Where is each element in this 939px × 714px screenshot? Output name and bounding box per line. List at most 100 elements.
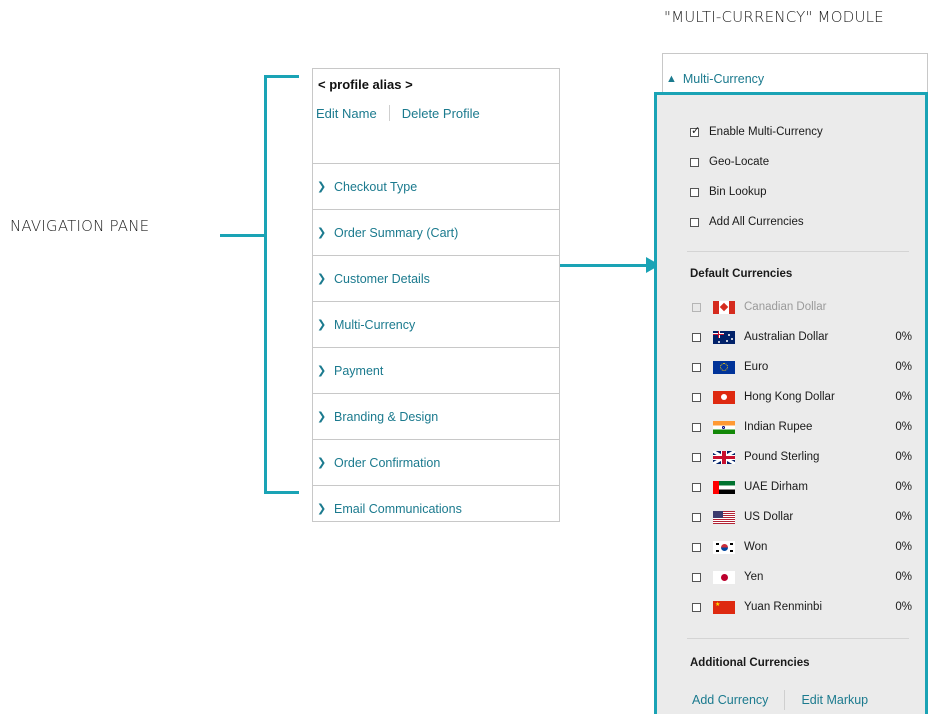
nav-item-label: Order Summary (Cart) bbox=[334, 225, 459, 240]
currency-percent: 0% bbox=[895, 391, 912, 403]
option-bin-lookup[interactable]: Bin Lookup bbox=[690, 186, 767, 198]
currency-name: US Dollar bbox=[744, 511, 794, 523]
currency-name: Yuan Renminbi bbox=[744, 601, 822, 613]
nav-item-checkout-type[interactable]: ❯ Checkout Type bbox=[313, 163, 559, 209]
currency-name: Indian Rupee bbox=[744, 421, 813, 433]
checkbox[interactable] bbox=[692, 602, 701, 612]
uk-flag-icon bbox=[713, 450, 735, 464]
option-enable-multi-currency[interactable]: Enable Multi-Currency bbox=[690, 124, 823, 138]
currency-percent: 0% bbox=[895, 601, 912, 613]
bracket-bottom bbox=[264, 491, 299, 494]
checkbox[interactable] bbox=[692, 422, 701, 432]
china-flag-icon: ★ bbox=[713, 600, 735, 614]
currency-row-yuan-renminbi[interactable]: ★ Yuan Renminbi 0% bbox=[692, 598, 912, 616]
link-divider bbox=[388, 105, 390, 121]
currency-percent: 0% bbox=[895, 571, 912, 583]
option-geo-locate[interactable]: Geo-Locate bbox=[690, 156, 769, 168]
us-flag-icon bbox=[713, 510, 735, 524]
section-divider bbox=[687, 251, 909, 252]
currency-row-yen[interactable]: Yen 0% bbox=[692, 568, 912, 586]
chevron-down-icon: ❯ bbox=[317, 457, 327, 469]
checkbox[interactable] bbox=[692, 512, 701, 522]
checkbox[interactable] bbox=[692, 482, 701, 492]
checkbox[interactable] bbox=[690, 217, 699, 227]
link-divider bbox=[784, 690, 786, 710]
nav-item-label: Multi-Currency bbox=[334, 317, 416, 332]
japan-flag-icon bbox=[713, 570, 735, 584]
nav-item-label: Email Communications bbox=[334, 501, 462, 516]
currency-name: Canadian Dollar bbox=[744, 301, 827, 313]
checkbox[interactable] bbox=[692, 392, 701, 402]
bottom-links: Add Currency Edit Markup bbox=[692, 690, 868, 710]
chevron-down-icon: ❯ bbox=[317, 503, 327, 515]
checkbox bbox=[692, 302, 701, 312]
currency-percent: 0% bbox=[895, 451, 912, 463]
additional-currencies-title: Additional Currencies bbox=[690, 657, 810, 669]
nav-item-label: Checkout Type bbox=[334, 179, 418, 194]
chevron-down-icon: ❯ bbox=[317, 227, 327, 239]
currency-percent: 0% bbox=[895, 331, 912, 343]
multi-currency-panel: Enable Multi-Currency Geo-Locate Bin Loo… bbox=[654, 92, 928, 714]
chevron-down-icon: ❯ bbox=[317, 181, 327, 193]
nav-item-branding-design[interactable]: ❯ Branding & Design bbox=[313, 393, 559, 439]
currency-name: Yen bbox=[744, 571, 764, 583]
currency-row-won[interactable]: Won 0% bbox=[692, 538, 912, 556]
nav-item-label: Branding & Design bbox=[334, 409, 439, 424]
currency-row-canadian-dollar: Canadian Dollar bbox=[692, 298, 912, 316]
option-add-all-currencies[interactable]: Add All Currencies bbox=[690, 216, 804, 228]
currency-name: Euro bbox=[744, 361, 769, 373]
bracket-vertical bbox=[264, 75, 267, 494]
nav-item-customer-details[interactable]: ❯ Customer Details bbox=[313, 255, 559, 301]
profile-links: Edit Name Delete Profile bbox=[316, 105, 480, 121]
checkbox[interactable] bbox=[690, 157, 699, 167]
add-currency-link[interactable]: Add Currency bbox=[692, 693, 768, 707]
chevron-down-icon: ❯ bbox=[317, 273, 327, 285]
option-label: Enable Multi-Currency bbox=[709, 126, 823, 138]
currency-row-euro[interactable]: Euro 0% bbox=[692, 358, 912, 376]
module-header[interactable]: ▲ Multi-Currency bbox=[666, 72, 764, 86]
india-flag-icon bbox=[713, 420, 735, 434]
currency-percent: 0% bbox=[895, 541, 912, 553]
currency-name: Pound Sterling bbox=[744, 451, 820, 463]
edit-name-link[interactable]: Edit Name bbox=[316, 106, 377, 121]
currency-row-us-dollar[interactable]: US Dollar 0% bbox=[692, 508, 912, 526]
canada-flag-icon bbox=[713, 300, 735, 314]
nav-item-email-communications[interactable]: ❯ Email Communications bbox=[313, 485, 559, 531]
checkbox[interactable] bbox=[692, 572, 701, 582]
currency-percent: 0% bbox=[895, 361, 912, 373]
option-label: Bin Lookup bbox=[709, 186, 767, 198]
nav-item-label: Customer Details bbox=[334, 271, 430, 286]
nav-item-payment[interactable]: ❯ Payment bbox=[313, 347, 559, 393]
currency-row-uae-dirham[interactable]: UAE Dirham 0% bbox=[692, 478, 912, 496]
nav-item-label: Payment bbox=[334, 363, 384, 378]
south-korea-flag-icon bbox=[713, 540, 735, 554]
nav-item-order-summary[interactable]: ❯ Order Summary (Cart) bbox=[313, 209, 559, 255]
module-header-label: Multi-Currency bbox=[682, 72, 765, 86]
currency-percent: 0% bbox=[895, 421, 912, 433]
chevron-up-icon: ▲ bbox=[666, 73, 677, 85]
nav-item-label: Order Confirmation bbox=[334, 455, 441, 470]
edit-markup-link[interactable]: Edit Markup bbox=[801, 693, 868, 707]
currency-row-pound-sterling[interactable]: Pound Sterling 0% bbox=[692, 448, 912, 466]
checkbox[interactable] bbox=[692, 542, 701, 552]
currency-row-australian-dollar[interactable]: Australian Dollar 0% bbox=[692, 328, 912, 346]
profile-alias: < profile alias > bbox=[318, 77, 413, 92]
option-label: Add All Currencies bbox=[709, 216, 804, 228]
delete-profile-link[interactable]: Delete Profile bbox=[402, 106, 480, 121]
default-currencies-title: Default Currencies bbox=[690, 268, 793, 280]
uae-flag-icon bbox=[713, 480, 735, 494]
currency-row-hong-kong-dollar[interactable]: Hong Kong Dollar 0% bbox=[692, 388, 912, 406]
checkbox[interactable] bbox=[690, 187, 699, 197]
navigation-pane-annotation-label: NAVIGATION PANE bbox=[10, 217, 150, 235]
chevron-down-icon: ❯ bbox=[317, 319, 327, 331]
bracket-top bbox=[264, 75, 299, 78]
nav-item-order-confirmation[interactable]: ❯ Order Confirmation bbox=[313, 439, 559, 485]
checkbox[interactable] bbox=[692, 362, 701, 372]
currency-row-indian-rupee[interactable]: Indian Rupee 0% bbox=[692, 418, 912, 436]
nav-item-multi-currency[interactable]: ❯ Multi-Currency bbox=[313, 301, 559, 347]
checkbox[interactable] bbox=[692, 332, 701, 342]
currency-name: UAE Dirham bbox=[744, 481, 808, 493]
checkbox[interactable] bbox=[692, 452, 701, 462]
checkbox[interactable] bbox=[690, 124, 700, 137]
module-annotation-label: "MULTI-CURRENCY" MODULE bbox=[664, 8, 884, 26]
